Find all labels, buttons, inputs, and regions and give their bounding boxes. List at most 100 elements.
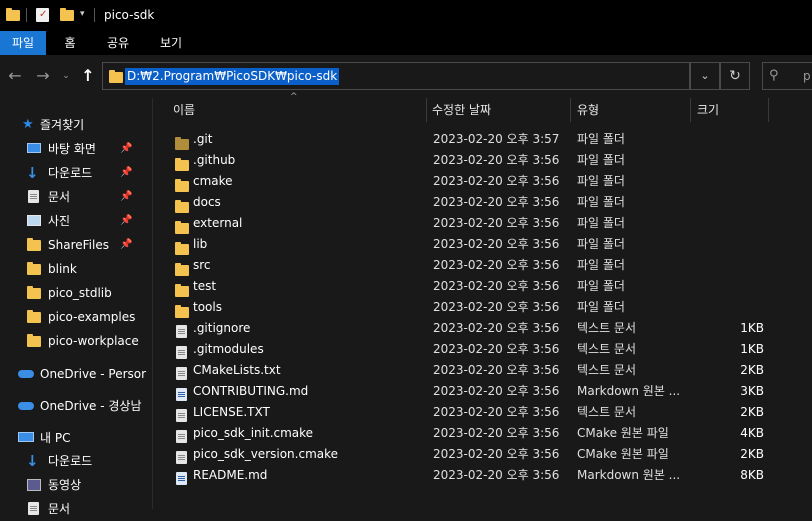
- properties-icon[interactable]: ✓: [36, 8, 49, 22]
- tab-home[interactable]: 홈: [50, 31, 90, 55]
- table-row[interactable]: src 2023-02-20 오후 3:56 파일 폴더: [158, 255, 812, 276]
- table-row[interactable]: external 2023-02-20 오후 3:56 파일 폴더: [158, 213, 812, 234]
- ribbon: 파일 홈 공유 보기: [0, 31, 812, 55]
- sidebar-pc-videos[interactable]: 동영상: [0, 473, 150, 497]
- table-row[interactable]: README.md 2023-02-20 오후 3:56 Markdown 원본 .…: [158, 465, 812, 486]
- sidebar-item-label: OneDrive - Persor: [40, 367, 147, 381]
- pin-icon[interactable]: 📌: [120, 216, 132, 226]
- sidebar-onedrive-org[interactable]: OneDrive - 경상남: [0, 394, 150, 418]
- table-row[interactable]: docs 2023-02-20 오후 3:56 파일 폴더: [158, 192, 812, 213]
- pin-icon[interactable]: 📌: [120, 168, 132, 178]
- forward-arrow-icon[interactable]: →: [32, 63, 54, 89]
- file-list: ^ 이름 수정한 날짜 유형 크기 .git 2023-02-20 오후 3:57…: [158, 92, 812, 509]
- sidebar-item-blink[interactable]: blink: [0, 257, 150, 281]
- folder-icon: [26, 333, 42, 349]
- file-type: 텍스트 문서: [577, 405, 637, 419]
- new-folder-icon[interactable]: [60, 8, 74, 24]
- divider: [26, 8, 27, 22]
- customize-toolbar-icon[interactable]: ▾: [80, 9, 85, 19]
- file-modified: 2023-02-20 오후 3:56: [433, 216, 560, 230]
- tab-view[interactable]: 보기: [150, 31, 192, 55]
- pin-icon[interactable]: 📌: [120, 144, 132, 154]
- file-name: CMakeLists.txt: [193, 363, 281, 377]
- navigation-pane-divider[interactable]: [152, 98, 153, 509]
- pin-icon[interactable]: 📌: [120, 192, 132, 202]
- table-row[interactable]: CMakeLists.txt 2023-02-20 오후 3:56 텍스트 문서 2K…: [158, 360, 812, 381]
- sidebar-item-pico-examples[interactable]: pico-examples: [0, 305, 150, 329]
- table-row[interactable]: cmake 2023-02-20 오후 3:56 파일 폴더: [158, 171, 812, 192]
- file-type: 파일 폴더: [577, 174, 625, 188]
- tab-share[interactable]: 공유: [96, 31, 140, 55]
- up-arrow-icon[interactable]: ↑: [78, 63, 98, 89]
- column-divider[interactable]: [690, 98, 691, 122]
- file-modified: 2023-02-20 오후 3:56: [433, 468, 560, 482]
- column-divider[interactable]: [768, 98, 769, 122]
- sidebar-this-pc[interactable]: 내 PC: [0, 426, 150, 450]
- recent-locations-chevron-icon[interactable]: ⌄: [58, 63, 74, 89]
- table-row[interactable]: .git 2023-02-20 오후 3:57 파일 폴더: [158, 129, 812, 150]
- file-modified: 2023-02-20 오후 3:56: [433, 384, 560, 398]
- pin-icon[interactable]: 📌: [120, 240, 132, 250]
- address-dropdown-chevron-icon[interactable]: ⌄: [690, 62, 720, 90]
- file-name: pico_sdk_version.cmake: [193, 447, 339, 461]
- table-row[interactable]: tools 2023-02-20 오후 3:56 파일 폴더: [158, 297, 812, 318]
- title-bar: ✓ ▾ pico-sdk: [0, 0, 812, 31]
- file-type: 텍스트 문서: [577, 363, 637, 377]
- file-type: 파일 폴더: [577, 195, 625, 209]
- sidebar-quick-access[interactable]: ★ 즐겨찾기: [0, 113, 150, 137]
- table-row[interactable]: .gitignore 2023-02-20 오후 3:56 텍스트 문서 1KB: [158, 318, 812, 339]
- folder-icon: [174, 241, 190, 255]
- folder-icon: [109, 70, 123, 86]
- sidebar-item-pictures[interactable]: 사진 📌: [0, 209, 150, 233]
- file-type: 텍스트 문서: [577, 342, 637, 356]
- file-name: docs: [193, 195, 221, 209]
- table-row[interactable]: .github 2023-02-20 오후 3:56 파일 폴더: [158, 150, 812, 171]
- column-header-size[interactable]: 크기: [697, 98, 767, 122]
- table-row[interactable]: pico_sdk_version.cmake 2023-02-20 오후 3:56…: [158, 444, 812, 465]
- sidebar-pc-documents[interactable]: 문서: [0, 497, 150, 521]
- table-row[interactable]: test 2023-02-20 오후 3:56 파일 폴더: [158, 276, 812, 297]
- file-name: README.md: [193, 468, 268, 482]
- sidebar-item-downloads[interactable]: ↓ 다운로드 📌: [0, 161, 150, 185]
- column-header-name[interactable]: 이름: [173, 98, 423, 122]
- sidebar-onedrive-personal[interactable]: OneDrive - Persor: [0, 362, 150, 386]
- sidebar-pc-downloads[interactable]: ↓ 다운로드: [0, 449, 150, 473]
- file-size: 1KB: [740, 321, 764, 335]
- address-bar[interactable]: D:₩2.Program₩PicoSDK₩pico-sdk: [102, 62, 690, 90]
- sidebar-item-pico-stdlib[interactable]: pico_stdlib: [0, 281, 150, 305]
- file-type: 파일 폴더: [577, 237, 625, 251]
- back-arrow-icon[interactable]: ←: [4, 63, 26, 89]
- download-icon: ↓: [26, 452, 39, 470]
- table-row[interactable]: CONTRIBUTING.md 2023-02-20 오후 3:56 Markdow…: [158, 381, 812, 402]
- sidebar-item-label: pico-workplace: [48, 334, 139, 348]
- document-icon: [26, 501, 42, 517]
- sidebar-item-label: blink: [48, 262, 77, 276]
- sidebar-item-sharefiles[interactable]: ShareFiles 📌: [0, 233, 150, 257]
- sidebar-item-label: 사진: [48, 214, 71, 228]
- refresh-icon[interactable]: ↻: [720, 62, 750, 90]
- search-input[interactable]: ⚲ p: [762, 62, 812, 90]
- table-row[interactable]: .gitmodules 2023-02-20 오후 3:56 텍스트 문서 1KB: [158, 339, 812, 360]
- document-icon: [26, 189, 42, 205]
- sidebar-item-label: ShareFiles: [48, 238, 109, 252]
- column-header-type[interactable]: 유형: [577, 98, 689, 122]
- search-placeholder: p: [803, 69, 811, 83]
- tab-file[interactable]: 파일: [0, 31, 46, 55]
- address-path[interactable]: D:₩2.Program₩PicoSDK₩pico-sdk: [125, 68, 340, 85]
- column-header-modified[interactable]: 수정한 날짜: [432, 98, 568, 122]
- column-divider[interactable]: [570, 98, 571, 122]
- column-divider[interactable]: [426, 98, 427, 122]
- sidebar-item-pico-workplace[interactable]: pico-workplace: [0, 329, 150, 353]
- table-row[interactable]: pico_sdk_init.cmake 2023-02-20 오후 3:56 CMa…: [158, 423, 812, 444]
- file-modified: 2023-02-20 오후 3:56: [433, 405, 560, 419]
- file-size: 2KB: [740, 405, 764, 419]
- file-name: .gitignore: [193, 321, 251, 335]
- file-name: tools: [193, 300, 222, 314]
- sidebar-item-documents[interactable]: 문서 📌: [0, 185, 150, 209]
- table-row[interactable]: LICENSE.TXT 2023-02-20 오후 3:56 텍스트 문서 2KB: [158, 402, 812, 423]
- table-row[interactable]: lib 2023-02-20 오후 3:56 파일 폴더: [158, 234, 812, 255]
- file-modified: 2023-02-20 오후 3:56: [433, 321, 560, 335]
- sidebar-item-desktop[interactable]: 바탕 화면 📌: [0, 137, 150, 161]
- sidebar-item-label: 다운로드: [48, 454, 93, 468]
- file-type: 텍스트 문서: [577, 321, 637, 335]
